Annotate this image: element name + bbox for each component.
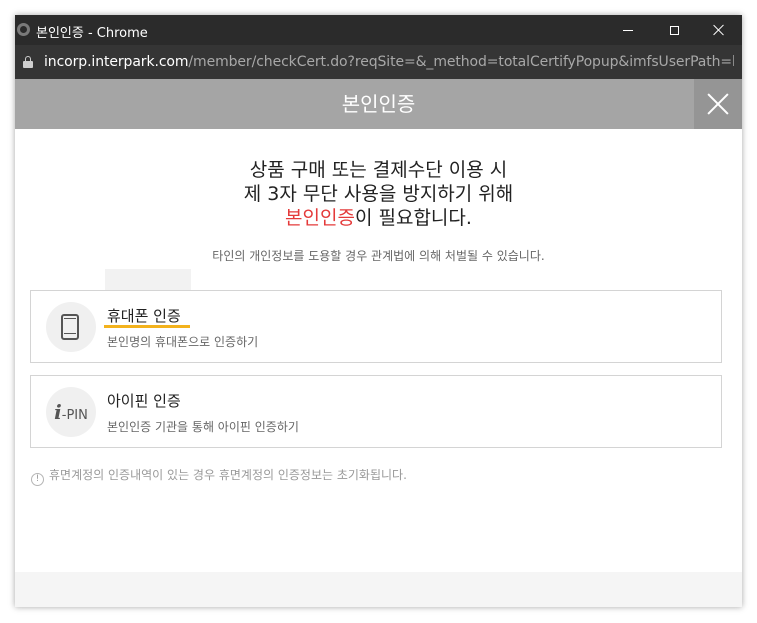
lock-icon bbox=[23, 56, 33, 68]
close-window-button[interactable] bbox=[696, 15, 742, 45]
legal-notice: 타인의 개인정보를 도용할 경우 관계법에 의해 처벌될 수 있습니다. bbox=[212, 249, 545, 263]
chrome-icon bbox=[17, 23, 30, 36]
info-text: 휴면계정의 인증내역이 있는 경우 휴면계정의 인증정보는 초기화됩니다. bbox=[49, 468, 407, 482]
phone-auth-desc: 본인명의 휴대폰으로 인증하기 bbox=[107, 335, 259, 349]
phone-auth-title: 휴대폰 인증 bbox=[107, 307, 181, 325]
page-header: 본인인증 bbox=[15, 79, 742, 129]
close-popup-button[interactable] bbox=[694, 79, 742, 129]
url-path: /member/checkCert.do?reqSite=&_method=to… bbox=[188, 54, 734, 70]
maximize-icon bbox=[669, 25, 679, 35]
selected-underline bbox=[104, 325, 190, 328]
window-title: 본인인증 - Chrome bbox=[36, 26, 148, 41]
ipin-auth-title: 아이핀 인증 bbox=[107, 392, 181, 410]
maximize-button[interactable] bbox=[651, 15, 697, 45]
info-icon: ! bbox=[31, 473, 44, 486]
heading-line-3: 본인인증이 필요합니다. bbox=[15, 206, 742, 230]
browser-window: 본인인증 - Chrome incorp.interpark.com/membe… bbox=[15, 15, 742, 607]
heading-line-1: 상품 구매 또는 결제수단 이용 시 bbox=[249, 159, 508, 181]
address-bar[interactable]: incorp.interpark.com/member/checkCert.do… bbox=[15, 45, 742, 79]
dormant-account-info: ! 휴면계정의 인증내역이 있는 경우 휴면계정의 인증정보는 초기화됩니다. bbox=[31, 466, 407, 486]
ipin-icon: i-PIN bbox=[54, 400, 88, 424]
phone-icon bbox=[61, 314, 79, 340]
page-title: 본인인증 bbox=[341, 92, 416, 116]
phone-icon-circle bbox=[46, 302, 96, 352]
minimize-icon bbox=[623, 29, 633, 31]
phone-auth-option[interactable]: 휴대폰 인증 본인명의 휴대폰으로 인증하기 bbox=[30, 290, 722, 363]
ipin-auth-option[interactable]: i-PIN 아이핀 인증 본인인증 기관을 통해 아이핀 인증하기 bbox=[30, 375, 722, 448]
title-bar: 본인인증 - Chrome bbox=[15, 15, 742, 45]
close-icon bbox=[707, 93, 729, 115]
footer-band bbox=[15, 572, 742, 607]
close-icon bbox=[713, 24, 725, 36]
ipin-icon-circle: i-PIN bbox=[46, 387, 96, 437]
heading-line-3-rest: 이 필요합니다. bbox=[354, 207, 472, 229]
url-host: incorp.interpark.com bbox=[44, 54, 189, 70]
main-heading: 상품 구매 또는 결제수단 이용 시 제 3자 무단 사용을 방지하기 위해 본… bbox=[15, 158, 742, 230]
heading-highlight: 본인인증 bbox=[285, 207, 355, 229]
url-text[interactable]: incorp.interpark.com/member/checkCert.do… bbox=[44, 54, 734, 70]
heading-line-2: 제 3자 무단 사용을 방지하기 위해 bbox=[243, 183, 514, 205]
minimize-button[interactable] bbox=[605, 15, 651, 45]
ipin-auth-desc: 본인인증 기관을 통해 아이핀 인증하기 bbox=[107, 420, 299, 434]
